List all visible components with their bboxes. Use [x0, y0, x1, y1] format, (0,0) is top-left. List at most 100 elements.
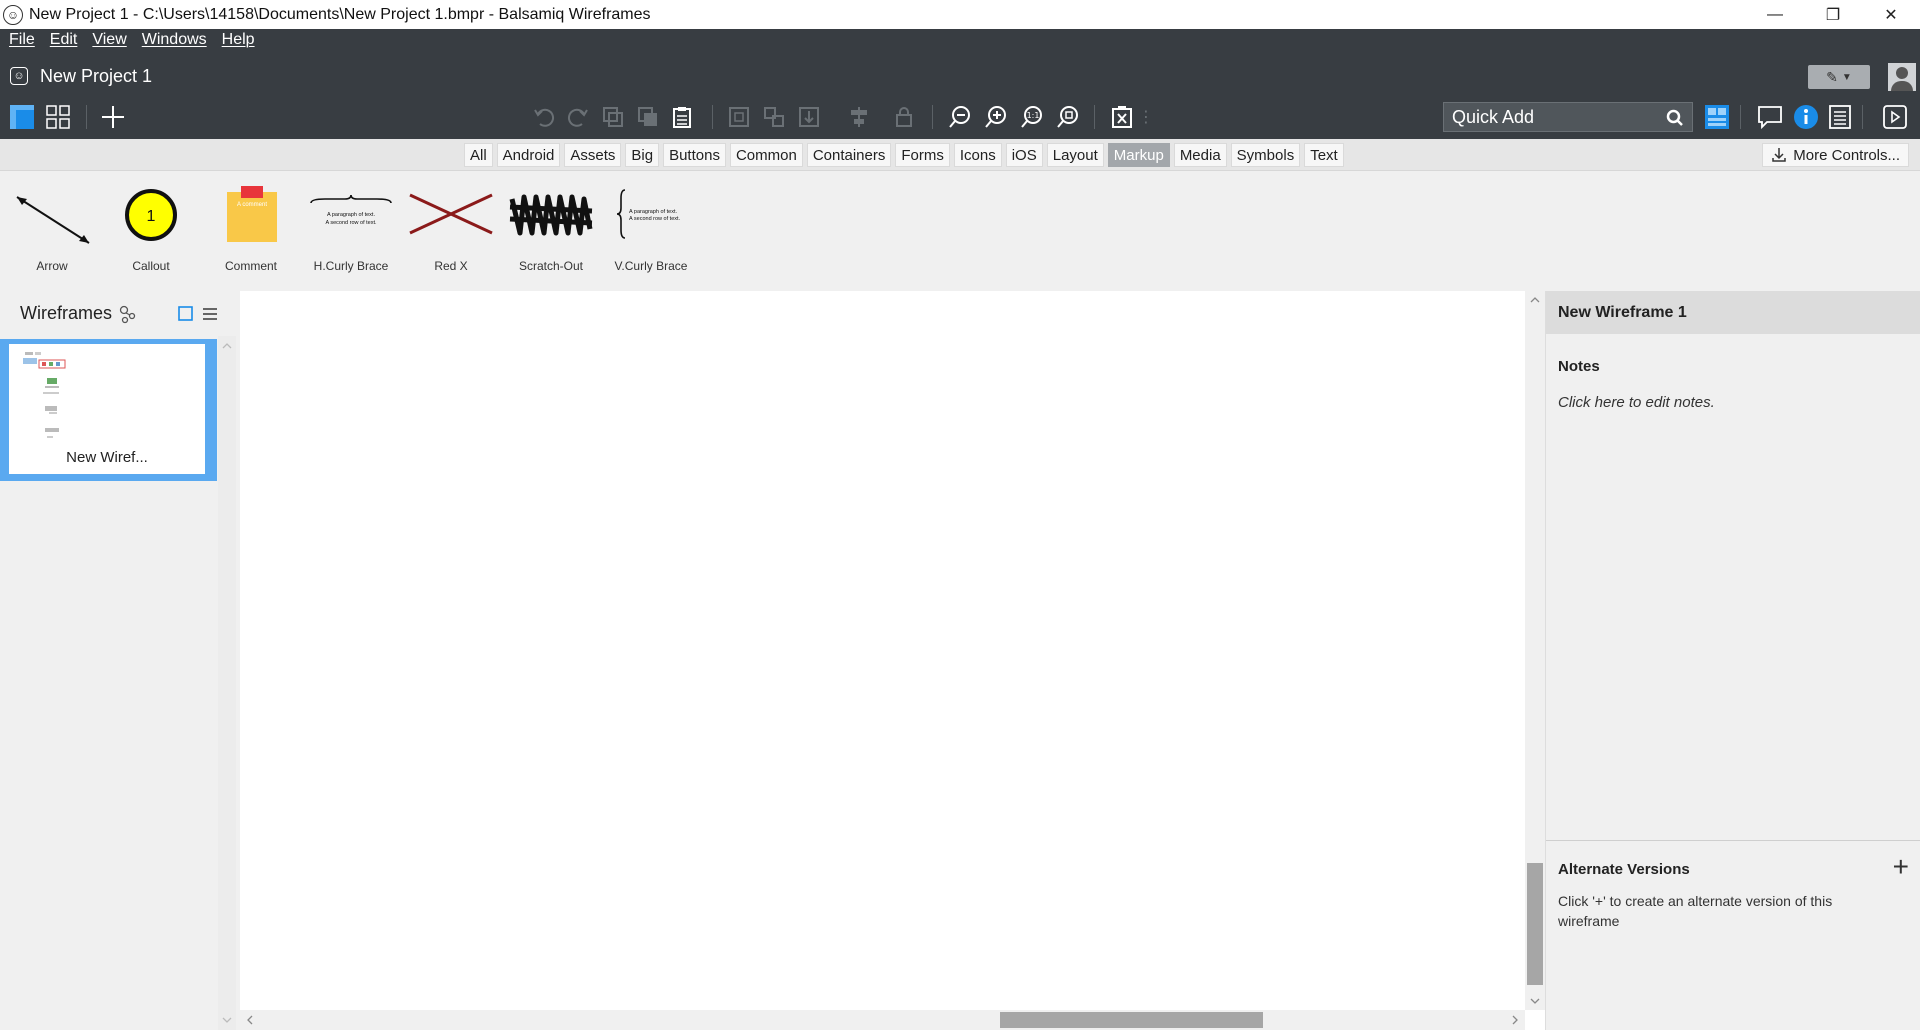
tab-media[interactable]: Media	[1173, 143, 1227, 167]
ui-library-strip: Arrow 1 Callout A comment Comment A para…	[0, 171, 1920, 291]
canvas-vertical-scrollbar[interactable]	[1525, 291, 1545, 1010]
library-item-red-x[interactable]: Red X	[401, 171, 501, 291]
tab-buttons[interactable]: Buttons	[663, 143, 726, 167]
quick-add-input[interactable]	[1452, 106, 1662, 128]
library-item-callout[interactable]: 1 Callout	[101, 171, 201, 291]
inspector-panel: New Wireframe 1 Notes Click here to edit…	[1545, 291, 1920, 1030]
lock-button[interactable]	[890, 99, 918, 135]
project-name[interactable]: New Project 1	[40, 66, 152, 87]
list-view-icon[interactable]	[202, 306, 218, 322]
tab-common[interactable]: Common	[729, 143, 803, 167]
library-item-comment[interactable]: A comment Comment	[201, 171, 301, 291]
library-item-label: Comment	[224, 259, 277, 273]
menu-help[interactable]: Help	[222, 31, 255, 49]
copy-button[interactable]	[634, 99, 662, 135]
tab-text[interactable]: Text	[1304, 143, 1344, 167]
close-button[interactable]: ✕	[1862, 0, 1920, 29]
scroll-up-icon[interactable]	[218, 339, 236, 353]
scroll-up-icon[interactable]	[1525, 293, 1545, 307]
tab-assets[interactable]: Assets	[564, 143, 622, 167]
tab-containers[interactable]: Containers	[806, 143, 892, 167]
vertical-scroll-thumb[interactable]	[1527, 863, 1543, 985]
add-wireframe-button[interactable]	[98, 99, 128, 135]
edit-mode-dropdown[interactable]: ✎ ▼	[1808, 65, 1870, 89]
wireframes-scrollbar[interactable]	[218, 336, 236, 1030]
menu-file[interactable]: File	[9, 31, 35, 49]
single-view-button[interactable]	[8, 99, 36, 135]
menu-view[interactable]: View	[92, 31, 126, 49]
library-item-arrow[interactable]: Arrow	[2, 171, 102, 291]
library-item-v-curly-brace[interactable]: A paragraph of text. A second row of text…	[601, 171, 701, 291]
tab-android[interactable]: Android	[496, 143, 561, 167]
speech-bubble-icon	[1758, 106, 1782, 130]
wireframe-thumbnail-label: New Wiref...	[66, 449, 148, 466]
tab-symbols[interactable]: Symbols	[1230, 143, 1301, 167]
comments-button[interactable]	[1755, 99, 1785, 135]
callout-icon: 1	[101, 171, 201, 256]
browse-library-button[interactable]	[1703, 99, 1731, 135]
window-titlebar: ☺ New Project 1 - C:\Users\14158\Documen…	[0, 0, 1920, 29]
send-backward-button[interactable]	[795, 99, 823, 135]
tab-layout[interactable]: Layout	[1046, 143, 1104, 167]
h-brace-text-2: A second row of text.	[325, 220, 377, 226]
zoom-fit-button[interactable]	[1054, 99, 1082, 135]
notes-edit-area[interactable]: Click here to edit notes.	[1558, 394, 1715, 411]
info-button[interactable]	[1792, 99, 1820, 135]
tab-ios[interactable]: iOS	[1005, 143, 1043, 167]
delete-button[interactable]	[1108, 99, 1136, 135]
tab-forms[interactable]: Forms	[895, 143, 950, 167]
library-item-label: H.Curly Brace	[313, 259, 389, 273]
tab-markup[interactable]: Markup	[1107, 143, 1170, 167]
add-alternate-version-button[interactable]: +	[1893, 853, 1909, 881]
undo-button[interactable]	[530, 99, 558, 135]
zoom-in-icon	[985, 106, 1006, 128]
presentation-button[interactable]	[1880, 99, 1910, 135]
alternate-versions-help: Click '+' to create an alternate version…	[1558, 893, 1833, 929]
zoom-out-button[interactable]	[946, 99, 974, 135]
grid-view-icon	[46, 105, 70, 129]
pencil-icon: ✎	[1826, 68, 1838, 85]
minimize-button[interactable]: —	[1746, 0, 1804, 29]
project-map-icon[interactable]	[118, 304, 138, 324]
thumbnail-view-icon[interactable]	[178, 305, 194, 322]
scroll-down-icon[interactable]	[218, 1013, 236, 1027]
scroll-left-icon[interactable]	[243, 1010, 257, 1030]
library-item-h-curly-brace[interactable]: A paragraph of text. A second row of text…	[301, 171, 401, 291]
tab-big[interactable]: Big	[625, 143, 660, 167]
scroll-right-icon[interactable]	[1508, 1010, 1522, 1030]
library-item-scratch-out[interactable]: Scratch-Out	[501, 171, 601, 291]
redo-icon	[567, 108, 588, 127]
canvas-horizontal-scrollbar[interactable]	[240, 1010, 1525, 1030]
menu-bar: File Edit View Windows Help	[0, 29, 261, 51]
user-account-button[interactable]	[1888, 63, 1916, 91]
tab-icons[interactable]: Icons	[953, 143, 1002, 167]
redo-button[interactable]	[564, 99, 592, 135]
actual-size-button[interactable]: 1:1	[1018, 99, 1046, 135]
group-button[interactable]	[725, 99, 753, 135]
duplicate-button[interactable]	[599, 99, 627, 135]
comment-text: A comment	[237, 202, 267, 208]
more-tools-icon[interactable]: ⋮	[1138, 99, 1154, 135]
scroll-down-icon[interactable]	[1525, 994, 1545, 1008]
ui-library-icon	[1705, 105, 1729, 129]
h-curly-brace-icon: A paragraph of text. A second row of text…	[301, 171, 401, 256]
tab-all[interactable]: All	[464, 143, 493, 167]
notes-title: Notes	[1558, 358, 1600, 375]
restore-button[interactable]: ❐	[1804, 0, 1862, 29]
search-icon[interactable]	[1666, 109, 1684, 127]
library-item-label: Arrow	[36, 259, 68, 273]
document-icon	[1829, 105, 1851, 129]
notes-panel-button[interactable]	[1826, 99, 1854, 135]
ungroup-button[interactable]	[760, 99, 788, 135]
wireframe-canvas[interactable]	[240, 291, 1525, 1030]
wireframe-thumbnail[interactable]: New Wiref...	[0, 339, 217, 481]
align-button[interactable]	[845, 99, 873, 135]
paste-button[interactable]	[668, 99, 696, 135]
library-item-label: Red X	[434, 259, 468, 273]
grid-view-button[interactable]	[44, 99, 72, 135]
menu-windows[interactable]: Windows	[142, 31, 207, 49]
more-controls-button[interactable]: More Controls...	[1762, 143, 1909, 167]
menu-edit[interactable]: Edit	[50, 31, 78, 49]
horizontal-scroll-thumb[interactable]	[1000, 1012, 1263, 1028]
zoom-in-button[interactable]	[982, 99, 1010, 135]
